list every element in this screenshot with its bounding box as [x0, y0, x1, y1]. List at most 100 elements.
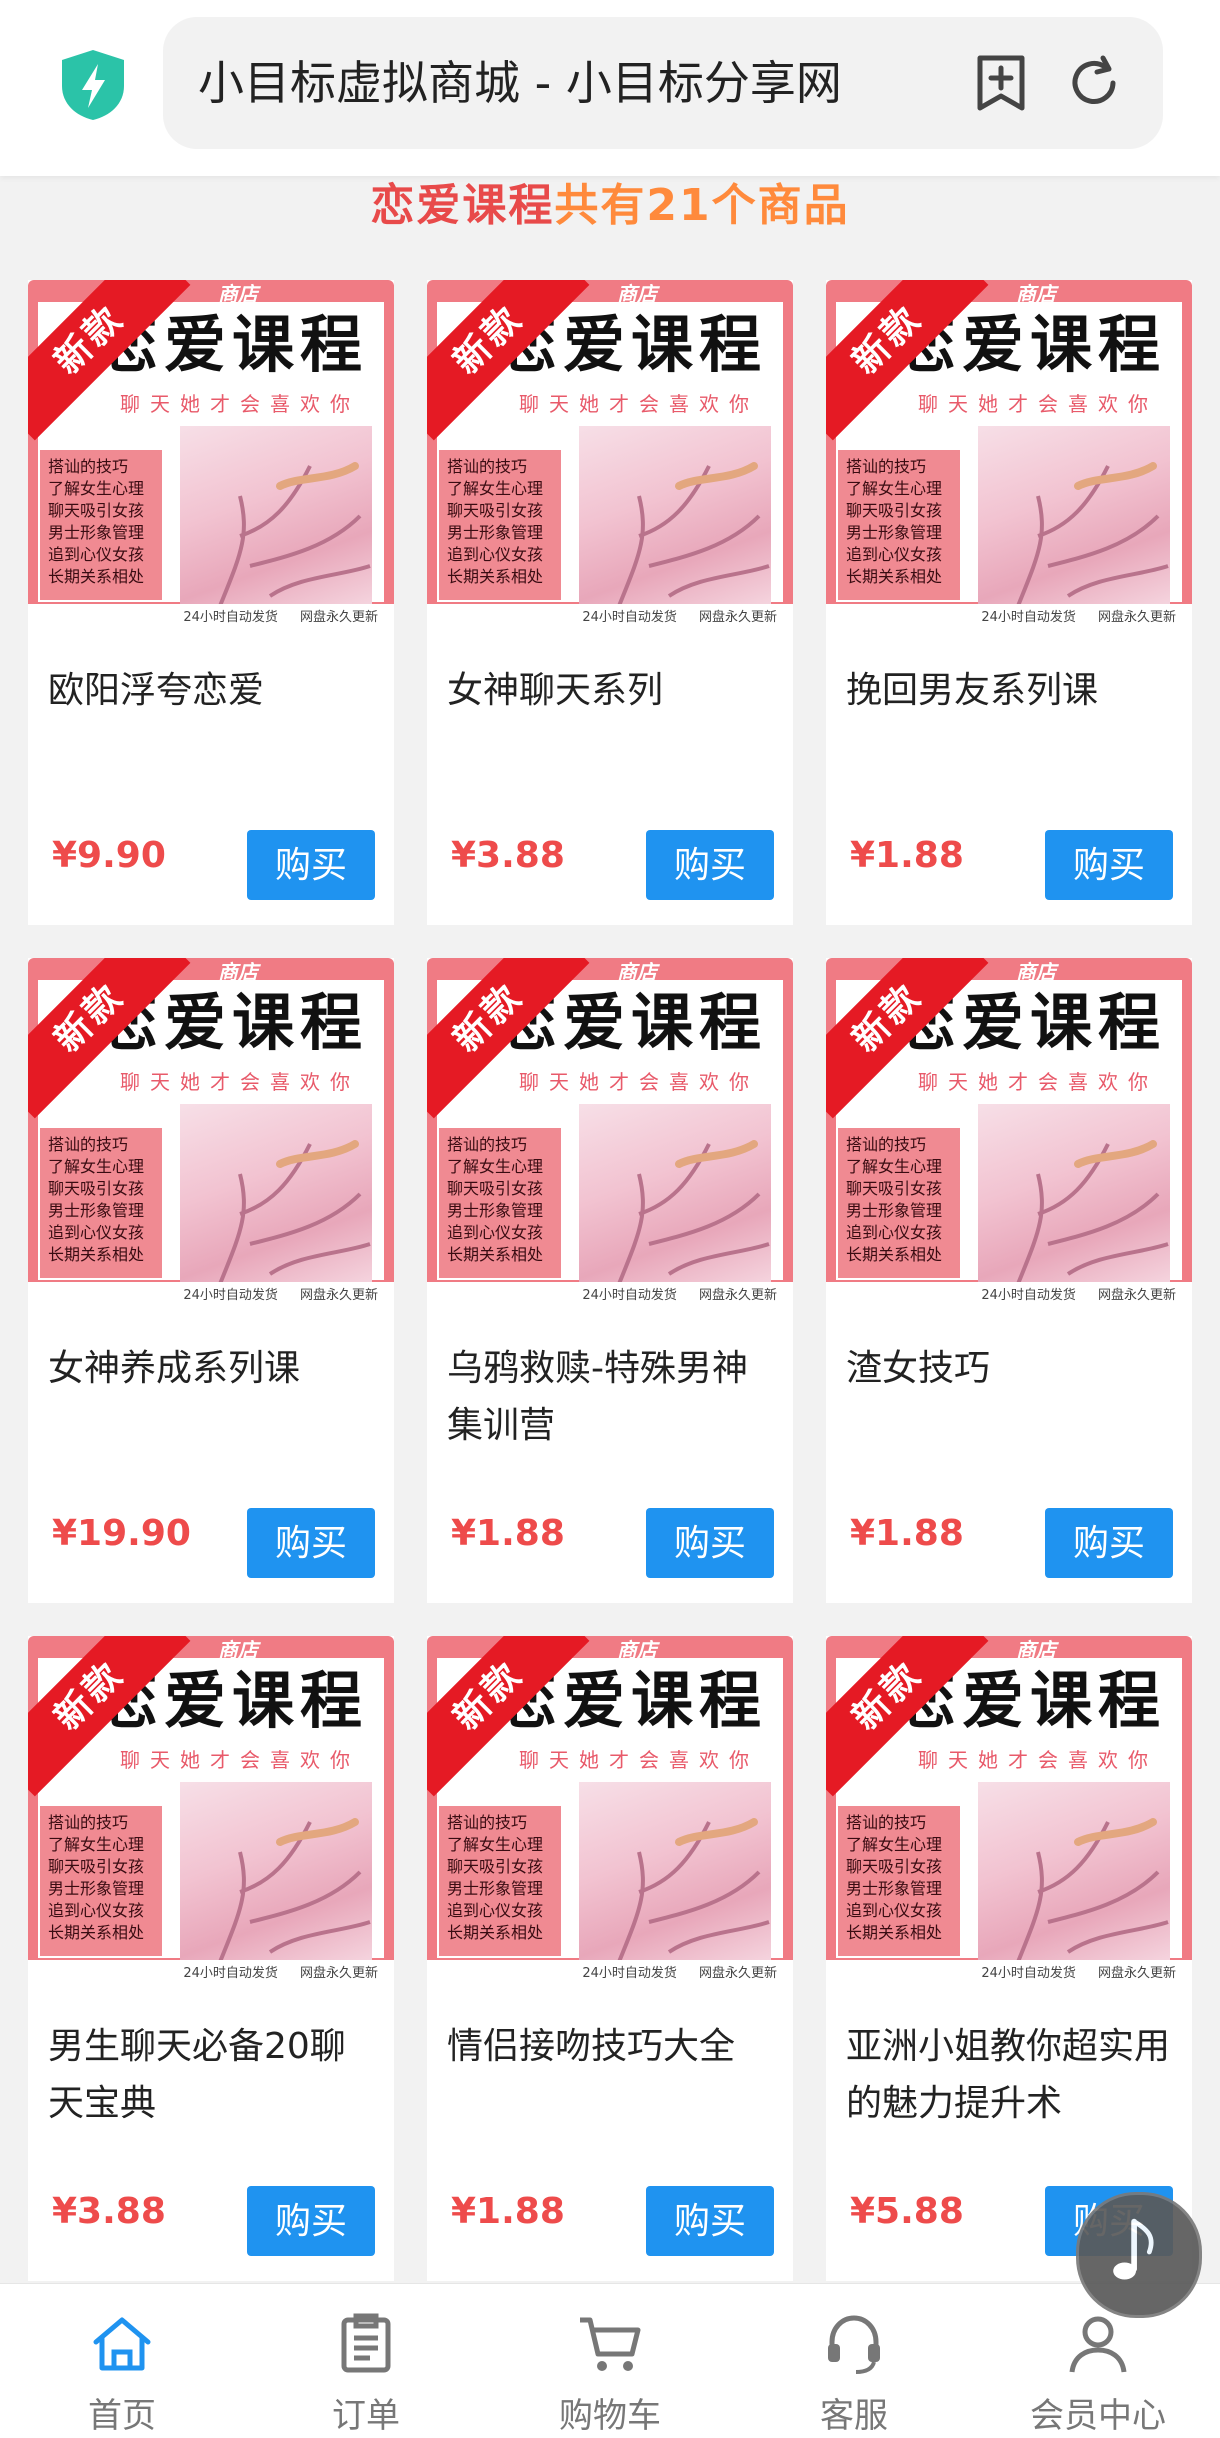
tree-illustration — [617, 1140, 770, 1285]
product-card[interactable]: 商店 恋爱课程 聊天她才会喜欢你 搭讪的技巧 了解女生心理 聊天吸引女孩 男士形… — [28, 280, 394, 925]
shield-icon[interactable] — [58, 48, 128, 122]
product-price: ¥19.90 — [52, 1513, 191, 1554]
thumb-topic: 追到心仪女孩 — [48, 1901, 145, 1920]
thumb-photo — [978, 1782, 1170, 1963]
product-title[interactable]: 男生聊天必备20聊天宝典 — [48, 2018, 378, 2132]
thumb-topic-list: 搭讪的技巧 了解女生心理 聊天吸引女孩 男士形象管理 追到心仪女孩 长期关系相处 — [40, 450, 162, 600]
product-card[interactable]: 商店 恋爱课程 聊天她才会喜欢你 搭讪的技巧 了解女生心理 聊天吸引女孩 男士形… — [826, 1636, 1192, 2281]
thumb-topic: 聊天吸引女孩 — [846, 501, 943, 520]
thumb-subline: 聊天她才会喜欢你 — [918, 1070, 1158, 1094]
thumb-topic: 长期关系相处 — [48, 1245, 145, 1264]
thumb-topic: 追到心仪女孩 — [447, 1901, 544, 1920]
thumb-topic: 了解女生心理 — [846, 1835, 943, 1854]
product-title[interactable]: 女神聊天系列 — [447, 662, 777, 719]
product-thumbnail[interactable]: 商店 恋爱课程 聊天她才会喜欢你 搭讪的技巧 了解女生心理 聊天吸引女孩 男士形… — [826, 1636, 1192, 1988]
product-title[interactable]: 情侣接吻技巧大全 — [447, 2018, 777, 2075]
thumb-footer: 24小时自动发货 网盘永久更新 — [427, 1960, 793, 1988]
buy-button[interactable]: 购买 — [247, 1508, 375, 1578]
thumb-topic: 男士形象管理 — [846, 1201, 943, 1220]
add-bookmark-icon[interactable] — [970, 52, 1032, 114]
thumb-subline: 聊天她才会喜欢你 — [120, 1070, 360, 1094]
product-title[interactable]: 渣女技巧 — [846, 1340, 1176, 1397]
product-thumbnail[interactable]: 商店 恋爱课程 聊天她才会喜欢你 搭讪的技巧 了解女生心理 聊天吸引女孩 男士形… — [28, 958, 394, 1310]
thumb-topic: 聊天吸引女孩 — [447, 1179, 544, 1198]
thumb-topic-list: 搭讪的技巧 了解女生心理 聊天吸引女孩 男士形象管理 追到心仪女孩 长期关系相处 — [838, 450, 960, 600]
product-title[interactable]: 乌鸦救赎-特殊男神集训营 — [447, 1340, 777, 1454]
music-note-icon — [1113, 2218, 1154, 2280]
buy-button[interactable]: 购买 — [646, 1508, 774, 1578]
product-title[interactable]: 欧阳浮夸恋爱 — [48, 662, 378, 719]
product-thumbnail[interactable]: 商店 恋爱课程 聊天她才会喜欢你 搭讪的技巧 了解女生心理 聊天吸引女孩 男士形… — [826, 958, 1192, 1310]
thumb-photo — [978, 426, 1170, 607]
buy-button[interactable]: 购买 — [247, 2186, 375, 2256]
product-card[interactable]: 商店 恋爱课程 聊天她才会喜欢你 搭讪的技巧 了解女生心理 聊天吸引女孩 男士形… — [427, 958, 793, 1603]
product-card[interactable]: 商店 恋爱课程 聊天她才会喜欢你 搭讪的技巧 了解女生心理 聊天吸引女孩 男士形… — [28, 1636, 394, 2281]
thumb-topic: 聊天吸引女孩 — [48, 1179, 145, 1198]
thumb-photo — [180, 1782, 372, 1963]
tree-illustration — [1016, 1140, 1169, 1285]
product-thumbnail[interactable]: 商店 恋爱课程 聊天她才会喜欢你 搭讪的技巧 了解女生心理 聊天吸引女孩 男士形… — [427, 280, 793, 632]
page-title[interactable]: 小目标虚拟商城 - 小目标分享网 — [198, 17, 988, 149]
buy-button[interactable]: 购买 — [646, 2186, 774, 2256]
thumb-footer: 24小时自动发货 网盘永久更新 — [28, 1960, 394, 1988]
buy-button[interactable]: 购买 — [1045, 830, 1173, 900]
thumb-topic-list: 搭讪的技巧 了解女生心理 聊天吸引女孩 男士形象管理 追到心仪女孩 长期关系相处 — [40, 1128, 162, 1278]
tree-illustration — [218, 1818, 371, 1963]
nav-home[interactable]: 首页 — [0, 2284, 244, 2438]
thumb-topic: 男士形象管理 — [48, 523, 145, 542]
product-price: ¥1.88 — [451, 1513, 565, 1554]
product-card[interactable]: 商店 恋爱课程 聊天她才会喜欢你 搭讪的技巧 了解女生心理 聊天吸引女孩 男士形… — [826, 958, 1192, 1603]
thumb-footer: 24小时自动发货 网盘永久更新 — [28, 1282, 394, 1310]
product-thumbnail[interactable]: 商店 恋爱课程 聊天她才会喜欢你 搭讪的技巧 了解女生心理 聊天吸引女孩 男士形… — [826, 280, 1192, 632]
music-toggle-button[interactable] — [1076, 2192, 1202, 2318]
thumb-topic: 聊天吸引女孩 — [447, 1857, 544, 1876]
nav-label: 会员中心 — [1030, 2396, 1166, 2436]
nav-service[interactable]: 客服 — [732, 2284, 976, 2438]
thumb-topic: 长期关系相处 — [846, 1923, 943, 1942]
thumb-subline: 聊天她才会喜欢你 — [120, 1748, 360, 1772]
category-name: 恋爱课程 — [370, 180, 555, 231]
product-thumbnail[interactable]: 商店 恋爱课程 聊天她才会喜欢你 搭讪的技巧 了解女生心理 聊天吸引女孩 男士形… — [427, 1636, 793, 1988]
thumb-photo — [180, 426, 372, 607]
thumb-topic: 搭讪的技巧 — [447, 1135, 528, 1154]
product-thumbnail[interactable]: 商店 恋爱课程 聊天她才会喜欢你 搭讪的技巧 了解女生心理 聊天吸引女孩 男士形… — [427, 958, 793, 1310]
address-bar[interactable]: 小目标虚拟商城 - 小目标分享网 — [163, 17, 1163, 149]
thumb-photo — [978, 1104, 1170, 1285]
tree-illustration — [617, 1818, 770, 1963]
thumb-topic: 搭讪的技巧 — [846, 1813, 927, 1832]
browser-top-bar: 小目标虚拟商城 - 小目标分享网 — [0, 0, 1220, 176]
product-card[interactable]: 商店 恋爱课程 聊天她才会喜欢你 搭讪的技巧 了解女生心理 聊天吸引女孩 男士形… — [427, 280, 793, 925]
buy-button[interactable]: 购买 — [646, 830, 774, 900]
thumb-photo — [180, 1104, 372, 1285]
buy-button[interactable]: 购买 — [247, 830, 375, 900]
nav-orders[interactable]: 订单 — [244, 2284, 488, 2438]
thumb-topic: 了解女生心理 — [447, 1157, 544, 1176]
thumb-topic: 长期关系相处 — [846, 567, 943, 586]
product-card[interactable]: 商店 恋爱课程 聊天她才会喜欢你 搭讪的技巧 了解女生心理 聊天吸引女孩 男士形… — [826, 280, 1192, 925]
thumb-topic: 男士形象管理 — [447, 1201, 544, 1220]
thumb-topic: 搭讪的技巧 — [447, 457, 528, 476]
product-card[interactable]: 商店 恋爱课程 聊天她才会喜欢你 搭讪的技巧 了解女生心理 聊天吸引女孩 男士形… — [427, 1636, 793, 2281]
thumb-topic: 男士形象管理 — [846, 523, 943, 542]
product-price: ¥3.88 — [451, 835, 565, 876]
thumb-topic: 聊天吸引女孩 — [48, 1857, 145, 1876]
thumb-topic: 了解女生心理 — [48, 479, 145, 498]
product-title[interactable]: 挽回男友系列课 — [846, 662, 1176, 719]
thumb-topic: 了解女生心理 — [447, 479, 544, 498]
product-card[interactable]: 商店 恋爱课程 聊天她才会喜欢你 搭讪的技巧 了解女生心理 聊天吸引女孩 男士形… — [28, 958, 394, 1603]
nav-cart[interactable]: 购物车 — [488, 2284, 732, 2438]
product-title[interactable]: 女神养成系列课 — [48, 1340, 378, 1397]
category-heading: 恋爱课程共有21个商品 — [0, 176, 1220, 236]
product-thumbnail[interactable]: 商店 恋爱课程 聊天她才会喜欢你 搭讪的技巧 了解女生心理 聊天吸引女孩 男士形… — [28, 280, 394, 632]
product-title[interactable]: 亚洲小姐教你超实用的魅力提升术 — [846, 2018, 1176, 2132]
reload-icon[interactable] — [1063, 52, 1125, 114]
product-thumbnail[interactable]: 商店 恋爱课程 聊天她才会喜欢你 搭讪的技巧 了解女生心理 聊天吸引女孩 男士形… — [28, 1636, 394, 1988]
thumb-footer: 24小时自动发货 网盘永久更新 — [826, 604, 1192, 632]
thumb-topic: 追到心仪女孩 — [447, 545, 544, 564]
thumb-topic: 追到心仪女孩 — [48, 1223, 145, 1242]
tree-illustration — [218, 462, 371, 607]
nav-label: 首页 — [88, 2396, 156, 2436]
buy-button[interactable]: 购买 — [1045, 1508, 1173, 1578]
thumb-topic: 追到心仪女孩 — [48, 545, 145, 564]
product-price: ¥1.88 — [451, 2191, 565, 2232]
